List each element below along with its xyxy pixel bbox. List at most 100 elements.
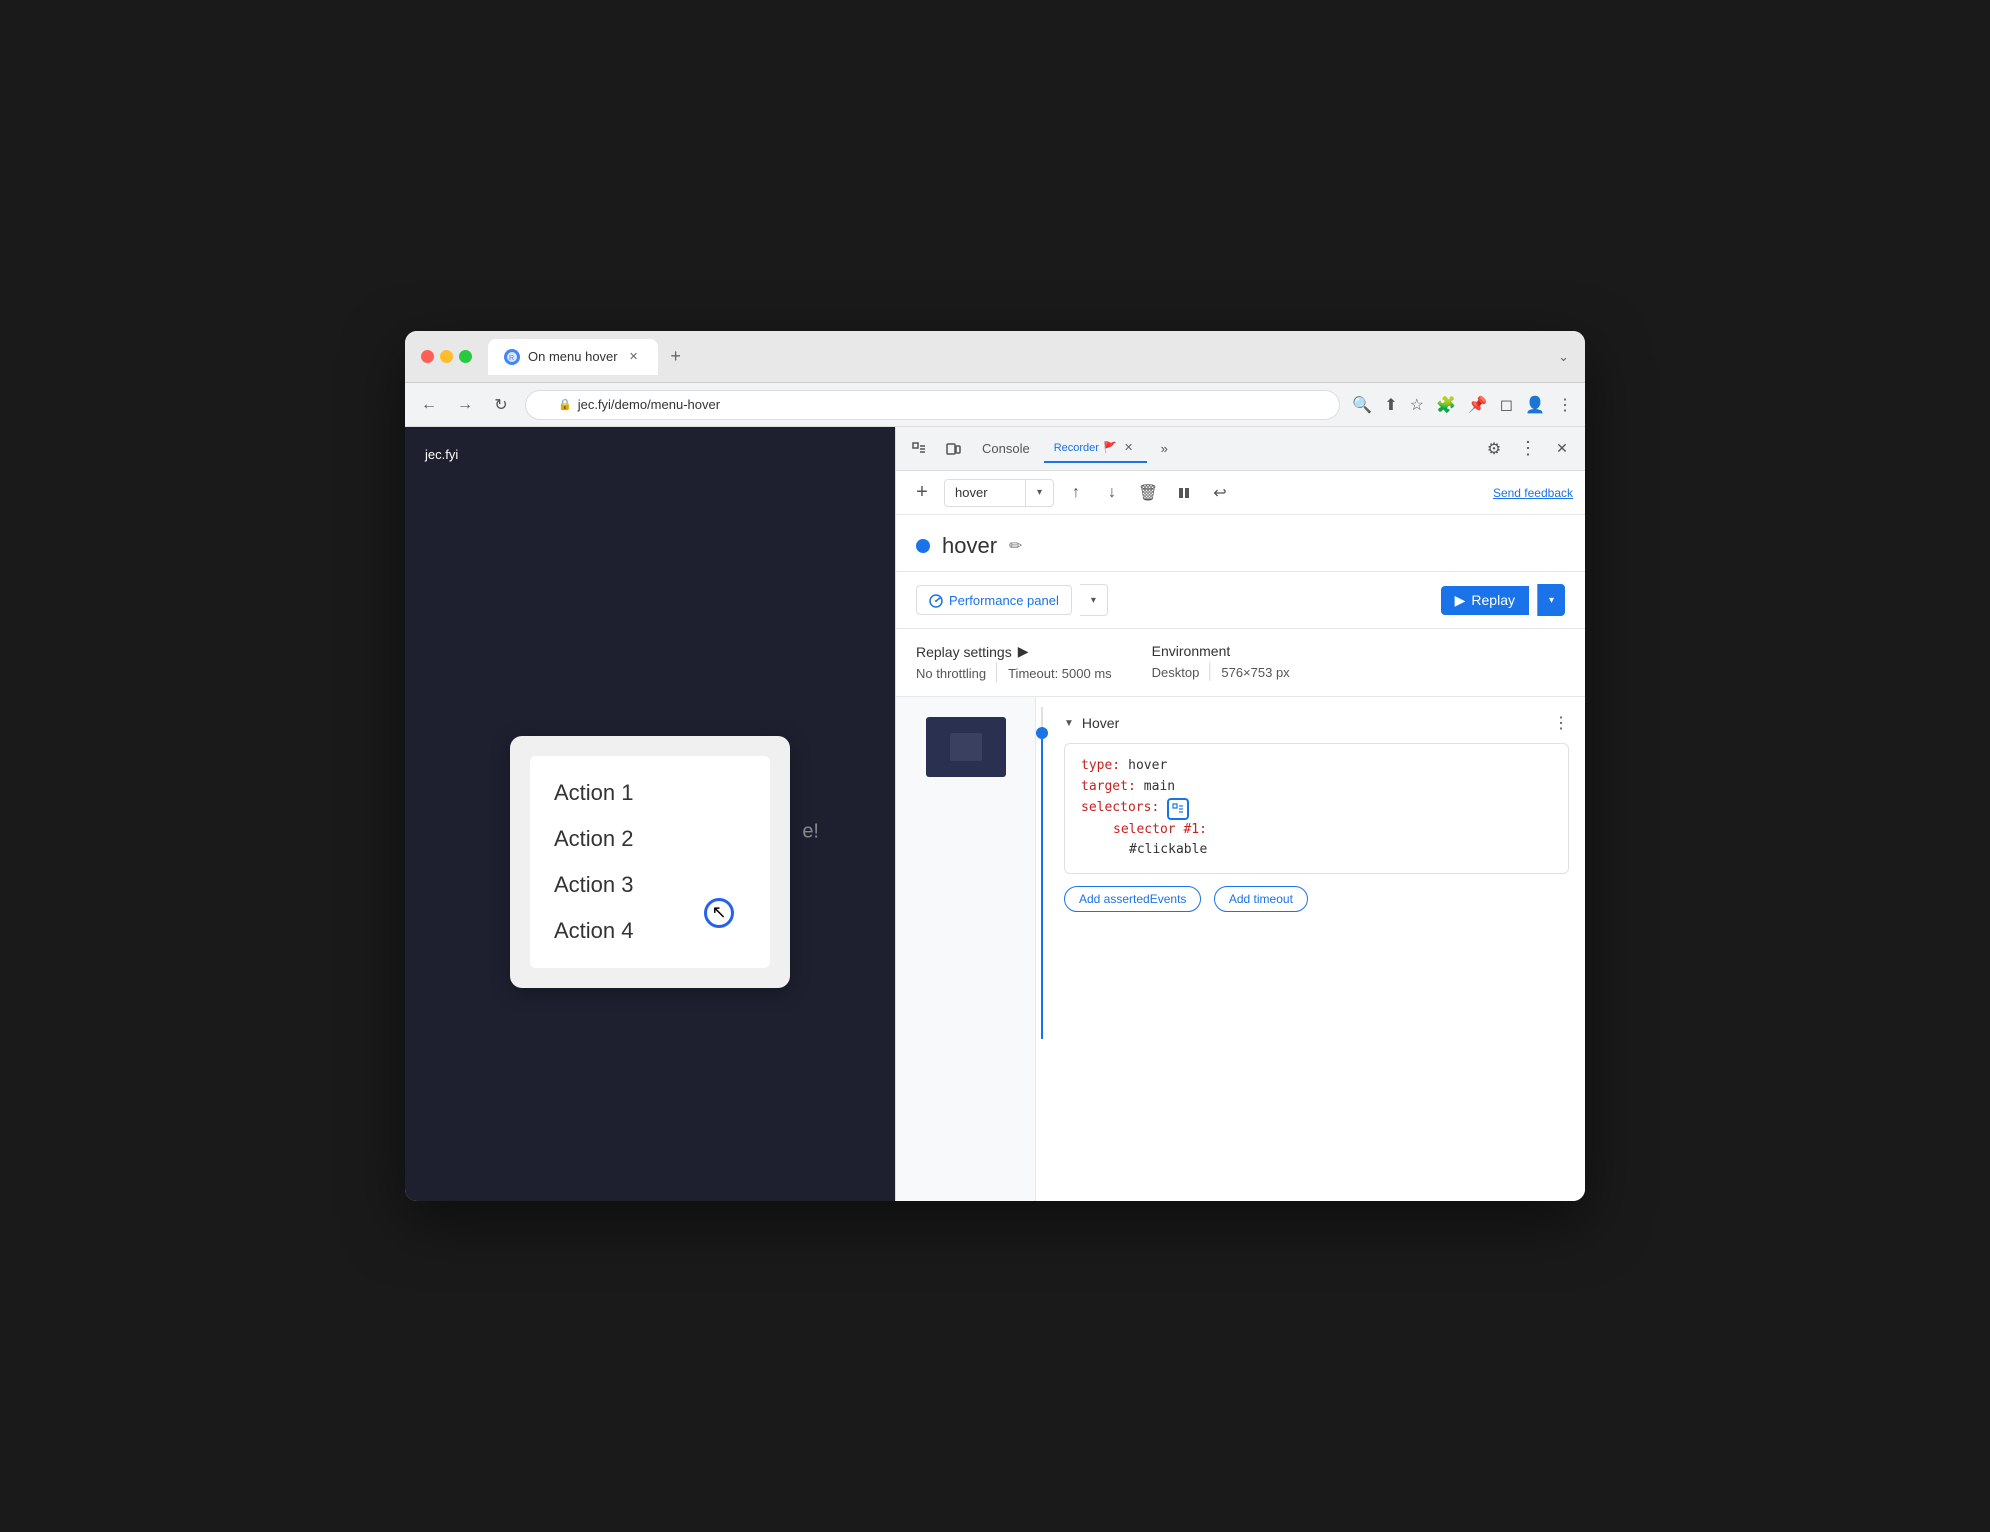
timeline-area: ▼ Hover ⋮ type: hover target: main: [896, 697, 1585, 1201]
selector-val-line: #clickable: [1113, 840, 1552, 861]
recording-select[interactable]: hover ▾: [944, 479, 1054, 507]
timeline-thumbnail: [926, 717, 1006, 777]
share-icon[interactable]: ⬆: [1384, 395, 1397, 415]
menu-card: Action 1 Action 2 Action 3 Action 4 ↖: [510, 736, 790, 988]
tab-title: On menu hover: [528, 349, 618, 364]
address-input[interactable]: 🔒 jec.fyi/demo/menu-hover: [525, 390, 1340, 420]
hover-expand-icon[interactable]: ▼: [1064, 718, 1074, 729]
hover-menu-button[interactable]: ⋮: [1553, 713, 1569, 733]
inspector-icon[interactable]: [904, 434, 934, 464]
recording-title: hover: [942, 533, 997, 559]
bookmark-icon[interactable]: ☆: [1410, 395, 1424, 415]
settings-gear-button[interactable]: ⚙: [1479, 434, 1509, 464]
replay-settings-title: Replay settings: [916, 644, 1012, 660]
send-feedback-button[interactable]: Send feedback: [1493, 486, 1573, 500]
svg-text:R: R: [509, 355, 514, 362]
page-label-right: e!: [802, 820, 819, 843]
title-bar: R On menu hover ✕ + ⌄: [405, 331, 1585, 383]
search-icon[interactable]: 🔍: [1352, 395, 1372, 415]
address-text: jec.fyi/demo/menu-hover: [578, 397, 720, 412]
pin-icon[interactable]: 📌: [1468, 395, 1488, 415]
hover-section: ▼ Hover ⋮ type: hover target: main: [1064, 713, 1569, 912]
menu-item-1: Action 1: [554, 772, 746, 814]
upload-recording-button[interactable]: ↑: [1062, 479, 1090, 507]
start-recording-button[interactable]: [1170, 479, 1198, 507]
minimize-traffic-light[interactable]: [440, 350, 453, 363]
code-block: type: hover target: main selectors:: [1064, 743, 1569, 874]
lock-icon: 🔒: [558, 398, 572, 411]
environment-col: Environment Desktop │ 576×753 px: [1152, 643, 1290, 681]
new-tab-button[interactable]: +: [662, 343, 690, 371]
browser-window: R On menu hover ✕ + ⌄ ← → ↻ 🔒 jec.fyi/de…: [405, 331, 1585, 1201]
throttling-value: No throttling: [916, 666, 986, 681]
more-options-button[interactable]: ⋮: [1513, 434, 1543, 464]
devtools-header: Console Recorder 🚩 ✕ » ⚙ ⋮ ✕: [896, 427, 1585, 471]
dimensions-value: 576×753 px: [1221, 665, 1289, 680]
recording-name: hover: [945, 485, 1025, 500]
detail-panel: ▼ Hover ⋮ type: hover target: main: [1048, 697, 1585, 1201]
window-controls: ⌄: [1558, 349, 1569, 365]
type-val: hover: [1128, 756, 1167, 777]
hover-header: ▼ Hover ⋮: [1064, 713, 1569, 733]
window-icon[interactable]: ◻: [1500, 395, 1513, 415]
target-line: target: main: [1081, 777, 1552, 798]
recording-status-dot: [916, 539, 930, 553]
address-icons: 🔍 ⬆ ☆ 🧩 📌 ◻ 👤 ⋮: [1352, 395, 1573, 415]
recording-dropdown-button[interactable]: ▾: [1025, 479, 1053, 507]
action-buttons: Add assertedEvents Add timeout: [1064, 882, 1569, 912]
replay-button[interactable]: ▶ Replay: [1441, 586, 1529, 615]
replay-play-icon: ▶: [1455, 592, 1466, 609]
performance-panel-dropdown[interactable]: ▾: [1080, 584, 1108, 616]
download-recording-button[interactable]: ↓: [1098, 479, 1126, 507]
buttons-row: Performance panel ▾ ▶ Replay ▾: [896, 572, 1585, 629]
selector-num-label: selector #1:: [1113, 820, 1207, 841]
recorder-tab-close[interactable]: ✕: [1121, 440, 1137, 456]
replay-settings-label[interactable]: Replay settings ▶: [916, 643, 1112, 660]
target-key: target:: [1081, 777, 1136, 798]
close-traffic-light[interactable]: [421, 350, 434, 363]
menu-icon[interactable]: ⋮: [1557, 395, 1573, 415]
tab-bar: R On menu hover ✕ + ⌄: [488, 339, 1569, 375]
timeline-left: [896, 697, 1036, 1201]
main-content: jec.fyi H Action 1 Action 2 Action 3 Act…: [405, 427, 1585, 1201]
cursor-arrow: ↖: [711, 902, 726, 923]
device-value: Desktop: [1152, 665, 1200, 680]
recording-header: hover ✏: [896, 515, 1585, 572]
selector-num-line: selector #1:: [1097, 820, 1552, 841]
add-timeout-button[interactable]: Add timeout: [1214, 886, 1308, 912]
environment-title: Environment: [1152, 643, 1231, 659]
refresh-button[interactable]: ↻: [489, 395, 513, 415]
device-icon[interactable]: [938, 434, 968, 464]
active-tab[interactable]: R On menu hover ✕: [488, 339, 658, 375]
back-button[interactable]: ←: [417, 396, 441, 414]
undo-button[interactable]: ↩: [1206, 479, 1234, 507]
devtools-panel: Console Recorder 🚩 ✕ » ⚙ ⋮ ✕ + hover ▾: [895, 427, 1585, 1201]
profile-icon[interactable]: 👤: [1525, 395, 1545, 415]
replay-settings-col: Replay settings ▶ No throttling │ Timeou…: [916, 643, 1112, 682]
tab-recorder[interactable]: Recorder 🚩 ✕: [1044, 435, 1147, 463]
timeout-value: Timeout: 5000 ms: [1008, 666, 1112, 681]
environment-label: Environment: [1152, 643, 1290, 659]
add-asserted-events-button[interactable]: Add assertedEvents: [1064, 886, 1201, 912]
cursor-indicator: ↖: [704, 898, 734, 928]
replay-label: Replay: [1471, 592, 1515, 608]
maximize-traffic-light[interactable]: [459, 350, 472, 363]
extensions-icon[interactable]: 🧩: [1436, 395, 1456, 415]
devtools-toolbar: + hover ▾ ↑ ↓ 🗑 ↩ Send feedback: [896, 471, 1585, 515]
close-devtools-button[interactable]: ✕: [1547, 434, 1577, 464]
delete-recording-button[interactable]: 🗑: [1134, 479, 1162, 507]
selector-picker-button[interactable]: [1167, 798, 1189, 820]
performance-panel-button[interactable]: Performance panel: [916, 585, 1072, 615]
replay-dropdown-button[interactable]: ▾: [1537, 584, 1565, 616]
timeline-dot: [1036, 727, 1048, 739]
selectors-key: selectors:: [1081, 798, 1159, 819]
forward-button[interactable]: →: [453, 396, 477, 414]
add-recording-button[interactable]: +: [908, 479, 936, 507]
traffic-lights: [421, 350, 472, 363]
replay-settings-triangle: ▶: [1018, 643, 1029, 660]
edit-recording-name-button[interactable]: ✏: [1009, 536, 1022, 556]
tab-more[interactable]: »: [1151, 435, 1178, 463]
type-line: type: hover: [1081, 756, 1552, 777]
tab-console[interactable]: Console: [972, 435, 1040, 463]
tab-close-button[interactable]: ✕: [626, 349, 642, 365]
